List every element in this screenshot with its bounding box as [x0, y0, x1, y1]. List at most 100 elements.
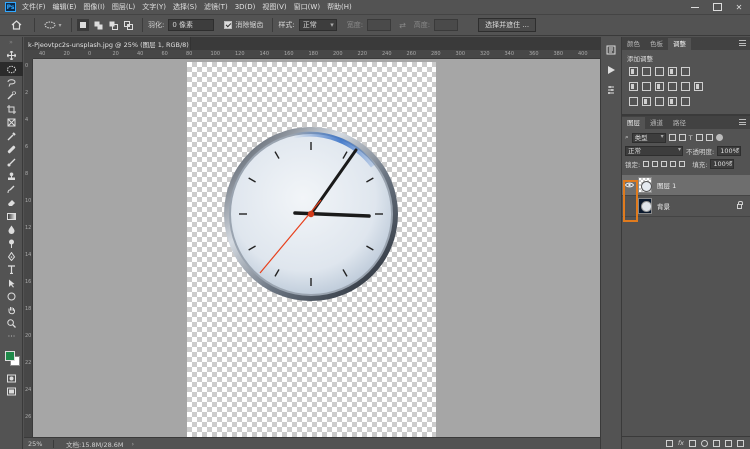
new-selection-button[interactable] — [77, 19, 89, 31]
horizontal-ruler[interactable]: 40 20 0 20 40 60 80 100 120 140 160 180 200 220 240 260… — [33, 50, 600, 59]
exposure-icon[interactable] — [668, 67, 677, 76]
color-balance-icon[interactable] — [642, 82, 651, 91]
tab-swatches[interactable]: 色板 — [645, 38, 668, 50]
tab-paths[interactable]: 路径 — [668, 117, 691, 129]
eraser-tool[interactable] — [0, 196, 23, 209]
minimize-button[interactable] — [684, 0, 706, 14]
adjustment-layer-icon[interactable] — [701, 439, 708, 447]
move-tool[interactable] — [0, 49, 23, 62]
layer-row-background[interactable]: 背景 — [622, 196, 750, 217]
layer-name[interactable]: 背景 — [657, 201, 670, 211]
shape-filter-icon[interactable] — [695, 134, 703, 141]
color-lookup-icon[interactable] — [694, 82, 703, 91]
fill-input[interactable]: 100% — [710, 158, 735, 169]
feather-input[interactable]: 0 像素 — [168, 19, 215, 31]
filter-toggle-icon[interactable] — [715, 134, 723, 141]
shape-tool[interactable] — [0, 290, 23, 303]
menu-window[interactable]: 窗口(W) — [294, 2, 320, 12]
canvas-area[interactable] — [33, 59, 600, 437]
gradient-tool[interactable] — [0, 210, 23, 223]
eyedropper-tool[interactable] — [0, 129, 23, 142]
document-canvas[interactable] — [187, 62, 436, 437]
maximize-button[interactable] — [706, 0, 728, 14]
trash-icon[interactable] — [737, 439, 744, 447]
invert-icon[interactable] — [629, 97, 638, 106]
antialias-checkbox[interactable] — [224, 21, 233, 29]
foreground-color-swatch[interactable] — [5, 350, 15, 361]
vertical-ruler[interactable]: 0 2 4 6 8 10 12 14 16 18 20 22 24 26 — [24, 59, 33, 437]
frame-tool[interactable] — [0, 116, 23, 129]
lock-icon[interactable] — [737, 201, 743, 209]
layer-name[interactable]: 图层 1 — [657, 180, 676, 190]
lock-position-icon[interactable] — [661, 160, 668, 167]
smart-object-filter-icon[interactable] — [705, 134, 713, 141]
select-and-mask-button[interactable]: 选择并遮住 ... — [478, 18, 537, 32]
menu-select[interactable]: 选择(S) — [173, 2, 197, 12]
levels-icon[interactable] — [642, 67, 651, 76]
actions-panel-button[interactable] — [603, 63, 619, 77]
menu-filter[interactable]: 滤镜(T) — [204, 2, 228, 12]
type-filter-icon[interactable]: T — [689, 134, 693, 142]
toolbar-collapse-icon[interactable]: » — [0, 37, 22, 49]
photo-filter-icon[interactable] — [668, 82, 677, 91]
close-window-button[interactable]: ✕ — [728, 0, 750, 14]
link-layers-icon[interactable] — [665, 439, 673, 447]
layer-filter-select[interactable]: 类型 — [631, 132, 666, 143]
edit-toolbar-button[interactable]: ··· — [0, 330, 23, 343]
healing-brush-tool[interactable] — [0, 143, 23, 156]
elliptical-marquee-tool[interactable] — [0, 62, 23, 76]
history-brush-tool[interactable] — [0, 183, 23, 196]
zoom-level[interactable]: 25% — [24, 439, 54, 448]
intersect-selection-button[interactable] — [122, 19, 134, 31]
layer-row-layer1[interactable]: 图层 1 — [622, 175, 750, 196]
group-folder-icon[interactable] — [713, 439, 720, 447]
tool-preset-picker[interactable]: ▾ — [40, 18, 66, 32]
menu-type[interactable]: 文字(Y) — [142, 2, 166, 12]
gradient-map-icon[interactable] — [681, 97, 690, 106]
style-select[interactable]: 正常 — [298, 19, 337, 31]
status-menu-arrow[interactable]: › — [132, 440, 135, 448]
home-button[interactable] — [8, 17, 24, 33]
ruler-origin[interactable] — [24, 50, 33, 59]
type-tool[interactable] — [0, 263, 23, 276]
menu-help[interactable]: 帮助(H) — [327, 2, 352, 12]
pixel-filter-icon[interactable] — [668, 134, 676, 141]
pen-tool[interactable] — [0, 250, 23, 263]
brightness-contrast-icon[interactable] — [629, 67, 638, 76]
hue-saturation-icon[interactable] — [629, 82, 638, 91]
panel-menu-icon[interactable] — [739, 119, 746, 125]
lock-transparent-icon[interactable] — [643, 160, 650, 167]
quick-mask-button[interactable] — [0, 372, 23, 385]
menu-image[interactable]: 图像(I) — [83, 2, 105, 12]
quick-selection-tool[interactable] — [0, 89, 23, 102]
new-layer-icon[interactable] — [725, 439, 732, 447]
blur-tool[interactable] — [0, 223, 23, 236]
curves-icon[interactable] — [655, 67, 664, 76]
dodge-tool[interactable] — [0, 236, 23, 249]
document-tab[interactable]: k-Pjeovtpc2s-unsplash.jpg @ 25% (图层 1, R… — [24, 37, 204, 50]
vibrance-icon[interactable] — [681, 67, 690, 76]
zoom-tool[interactable] — [0, 317, 23, 330]
adjustment-filter-icon[interactable] — [678, 134, 686, 141]
menu-view[interactable]: 视图(V) — [262, 2, 286, 12]
properties-panel-button[interactable] — [603, 83, 619, 97]
crop-tool[interactable] — [0, 103, 23, 116]
lock-artboard-icon[interactable] — [670, 160, 677, 167]
menu-edit[interactable]: 编辑(E) — [53, 2, 77, 12]
selective-color-icon[interactable] — [668, 97, 677, 106]
posterize-icon[interactable] — [642, 97, 651, 106]
tab-layers[interactable]: 图层 — [622, 117, 645, 129]
lock-all-icon[interactable] — [679, 160, 686, 167]
hand-tool[interactable] — [0, 303, 23, 316]
add-mask-icon[interactable] — [689, 439, 696, 447]
brush-tool[interactable] — [0, 156, 23, 169]
layer-style-icon[interactable]: fx — [678, 439, 684, 447]
tab-color[interactable]: 颜色 — [622, 38, 645, 50]
opacity-input[interactable]: 100% — [717, 145, 742, 156]
panel-menu-icon[interactable] — [739, 40, 746, 46]
tab-channels[interactable]: 通道 — [645, 117, 668, 129]
subtract-selection-button[interactable] — [107, 19, 119, 31]
threshold-icon[interactable] — [655, 97, 664, 106]
lock-image-icon[interactable] — [652, 160, 659, 167]
lasso-tool[interactable] — [0, 76, 23, 89]
